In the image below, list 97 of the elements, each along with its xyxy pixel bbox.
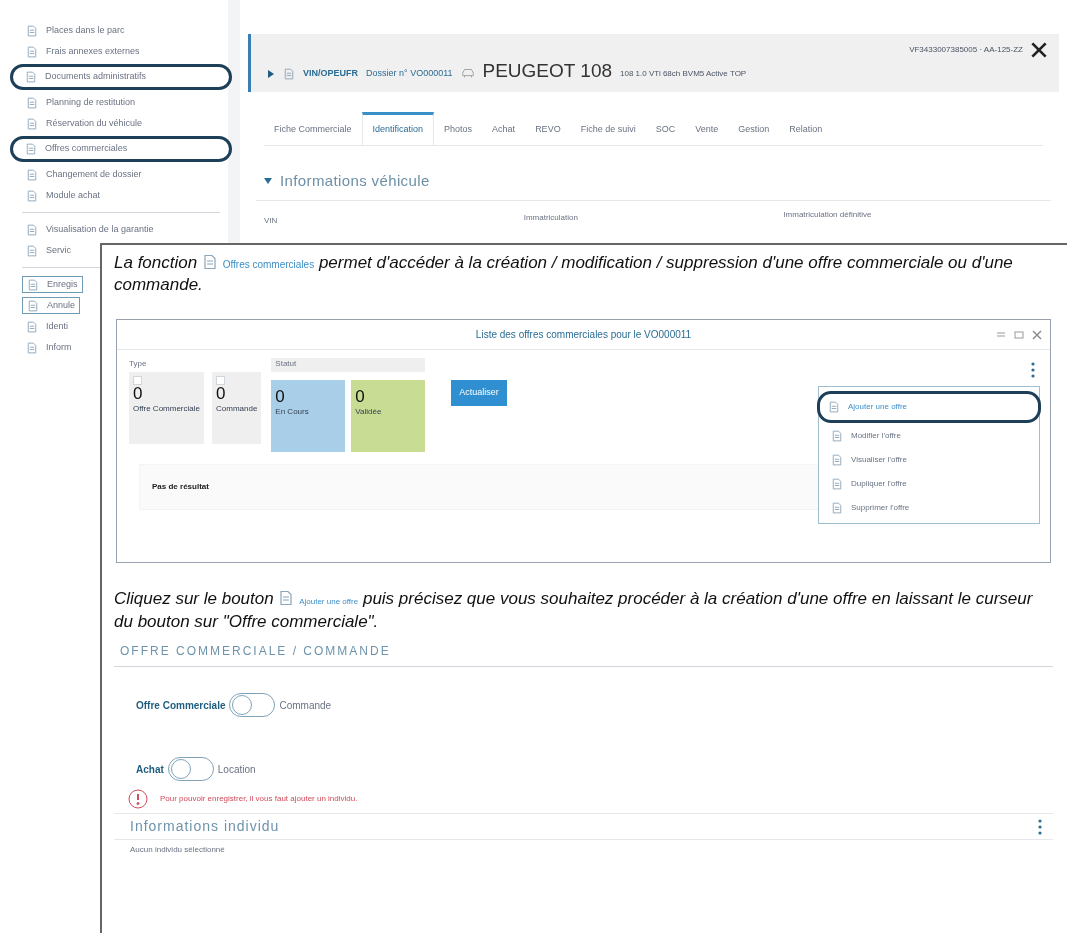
tab[interactable]: REVO bbox=[525, 112, 571, 145]
toggle-label: Offre Commerciale bbox=[136, 698, 226, 713]
vehicle-version: 108 1.0 VTi 68ch BVM5 Active TOP bbox=[620, 68, 747, 80]
field-label: Immatriculation définitive bbox=[783, 209, 873, 221]
tab[interactable]: Gestion bbox=[728, 112, 780, 145]
empty-message: Pas de résultat bbox=[152, 481, 209, 493]
document-icon bbox=[27, 299, 39, 312]
tile-label: Offre Commerciale bbox=[133, 403, 200, 415]
menu-item[interactable]: Ajouter une offre bbox=[817, 391, 1041, 423]
car-icon bbox=[460, 66, 475, 80]
document-icon bbox=[831, 454, 843, 466]
sidebar-item[interactable]: Inform bbox=[22, 339, 76, 356]
tile-count: 0 bbox=[275, 388, 286, 406]
refresh-button[interactable]: Actualiser bbox=[451, 380, 507, 406]
add-offer-link[interactable]: Ajouter une offre bbox=[299, 597, 359, 606]
type-tile[interactable]: 0 Commande bbox=[212, 372, 262, 444]
sidebar-item[interactable]: Places dans le parc bbox=[22, 22, 129, 39]
tile-count: 0 bbox=[216, 385, 227, 403]
document-icon bbox=[25, 143, 37, 155]
tile-label: Validée bbox=[355, 406, 383, 418]
vehicle-model: PEUGEOT 108 bbox=[482, 61, 613, 80]
checkbox-icon[interactable] bbox=[216, 376, 225, 385]
tab[interactable]: Photos bbox=[434, 112, 483, 145]
maximize-icon[interactable] bbox=[1014, 329, 1024, 340]
toggle-label: Commande bbox=[279, 698, 332, 713]
tab[interactable]: Relation bbox=[779, 112, 833, 145]
vehicle-code[interactable]: VIN/OPEUFR bbox=[303, 66, 358, 80]
section-title: Informations individu bbox=[130, 817, 280, 836]
toggle-label: Location bbox=[217, 762, 256, 777]
tile-label: En Cours bbox=[275, 406, 310, 418]
empty-individual-text: Aucun individu sélectionné bbox=[129, 844, 226, 856]
sidebar-item[interactable]: Documents administratifs bbox=[10, 64, 232, 90]
document-icon bbox=[27, 278, 39, 291]
document-icon bbox=[26, 244, 38, 257]
tab[interactable]: Fiche Commerciale bbox=[264, 112, 362, 145]
caret-icon[interactable] bbox=[267, 70, 275, 78]
type-tile[interactable]: 0 Offre Commerciale bbox=[129, 372, 204, 444]
document-icon bbox=[26, 189, 38, 202]
document-icon bbox=[26, 168, 38, 181]
toggle-switch[interactable] bbox=[229, 693, 276, 717]
tile-count: 0 bbox=[133, 385, 144, 403]
tab[interactable]: Vente bbox=[685, 112, 729, 145]
caret-icon[interactable] bbox=[264, 176, 272, 185]
sidebar-item[interactable]: Frais annexes externes bbox=[22, 43, 144, 60]
document-icon bbox=[831, 478, 843, 490]
tab[interactable]: Identification bbox=[361, 112, 435, 145]
document-icon bbox=[26, 117, 38, 130]
sidebar-item[interactable]: Servic bbox=[22, 242, 75, 259]
status-tile[interactable]: 0 En Cours bbox=[271, 380, 346, 452]
step-text: Cliquez sur le bouton Ajouter une offre puis précisez que vous souhaitez procéder à la création d'une offre en laissant le curseur du bouton sur "Offre commerciale". bbox=[114, 589, 1034, 632]
section-title: Informations véhicule bbox=[280, 170, 430, 191]
offers-link[interactable]: Offres commerciales bbox=[222, 259, 315, 270]
warning-icon bbox=[128, 789, 148, 809]
vin-plate: VF3433007385005 · AA-125-ZZ bbox=[909, 44, 1023, 56]
toggle-label: Achat bbox=[136, 762, 164, 777]
type-label: Type bbox=[129, 358, 148, 370]
tab[interactable]: Fiche de suivi bbox=[570, 112, 646, 145]
sidebar-item[interactable]: Identi bbox=[22, 318, 73, 335]
tab[interactable]: Achat bbox=[482, 112, 526, 145]
more-icon[interactable] bbox=[1037, 818, 1043, 835]
document-icon bbox=[26, 320, 38, 333]
status-label: Statut bbox=[271, 358, 426, 372]
intro-text: La fonction Offres commerciales permet d'accéder à la création / modification / suppression d'une offre commerciale ou d'une commande. bbox=[114, 253, 1014, 295]
tab[interactable]: SOC bbox=[645, 112, 686, 145]
document-icon bbox=[26, 223, 38, 236]
document-icon bbox=[26, 45, 38, 58]
sidebar-item[interactable]: Changement de dossier bbox=[22, 166, 146, 183]
field-label: VIN bbox=[264, 215, 279, 227]
error-message: Pour pouvoir enregistrer, il vous faut ajouter un individu. bbox=[160, 793, 358, 805]
document-icon bbox=[25, 71, 37, 83]
sidebar-item[interactable]: Réservation du véhicule bbox=[22, 115, 147, 132]
add-document-icon bbox=[278, 590, 295, 606]
document-icon bbox=[283, 68, 295, 80]
dialog-title: Liste des offres commerciales pour le VO000011 bbox=[475, 328, 692, 342]
sidebar-item[interactable]: Offres commerciales bbox=[10, 136, 232, 162]
tile-label: Commande bbox=[216, 403, 258, 415]
document-icon bbox=[828, 401, 840, 413]
offers-icon bbox=[201, 254, 218, 270]
document-icon bbox=[831, 502, 843, 514]
sidebar-item[interactable]: Module achat bbox=[22, 187, 105, 204]
close-icon[interactable] bbox=[1031, 42, 1047, 58]
sidebar-item[interactable]: Visualisation de la garantie bbox=[22, 221, 158, 238]
toggle-switch[interactable] bbox=[167, 757, 214, 781]
field-label: Immatriculation bbox=[523, 212, 579, 224]
sidebar-item[interactable]: Planning de restitution bbox=[22, 94, 140, 111]
document-icon bbox=[26, 341, 38, 354]
sidebar-item[interactable]: Enregis bbox=[22, 276, 83, 293]
document-icon bbox=[26, 24, 38, 37]
checkbox-icon[interactable] bbox=[133, 376, 142, 385]
status-tile[interactable]: 0 Validée bbox=[351, 380, 426, 452]
more-icon[interactable] bbox=[1030, 362, 1036, 378]
form-title: OFFRE COMMERCIALE / COMMANDE bbox=[120, 644, 391, 658]
document-icon bbox=[831, 430, 843, 442]
dossier-number: Dossier n° VO000011 bbox=[366, 66, 453, 80]
sidebar-item[interactable]: Annule bbox=[22, 297, 81, 314]
document-icon bbox=[26, 96, 38, 109]
tile-count: 0 bbox=[355, 388, 366, 406]
